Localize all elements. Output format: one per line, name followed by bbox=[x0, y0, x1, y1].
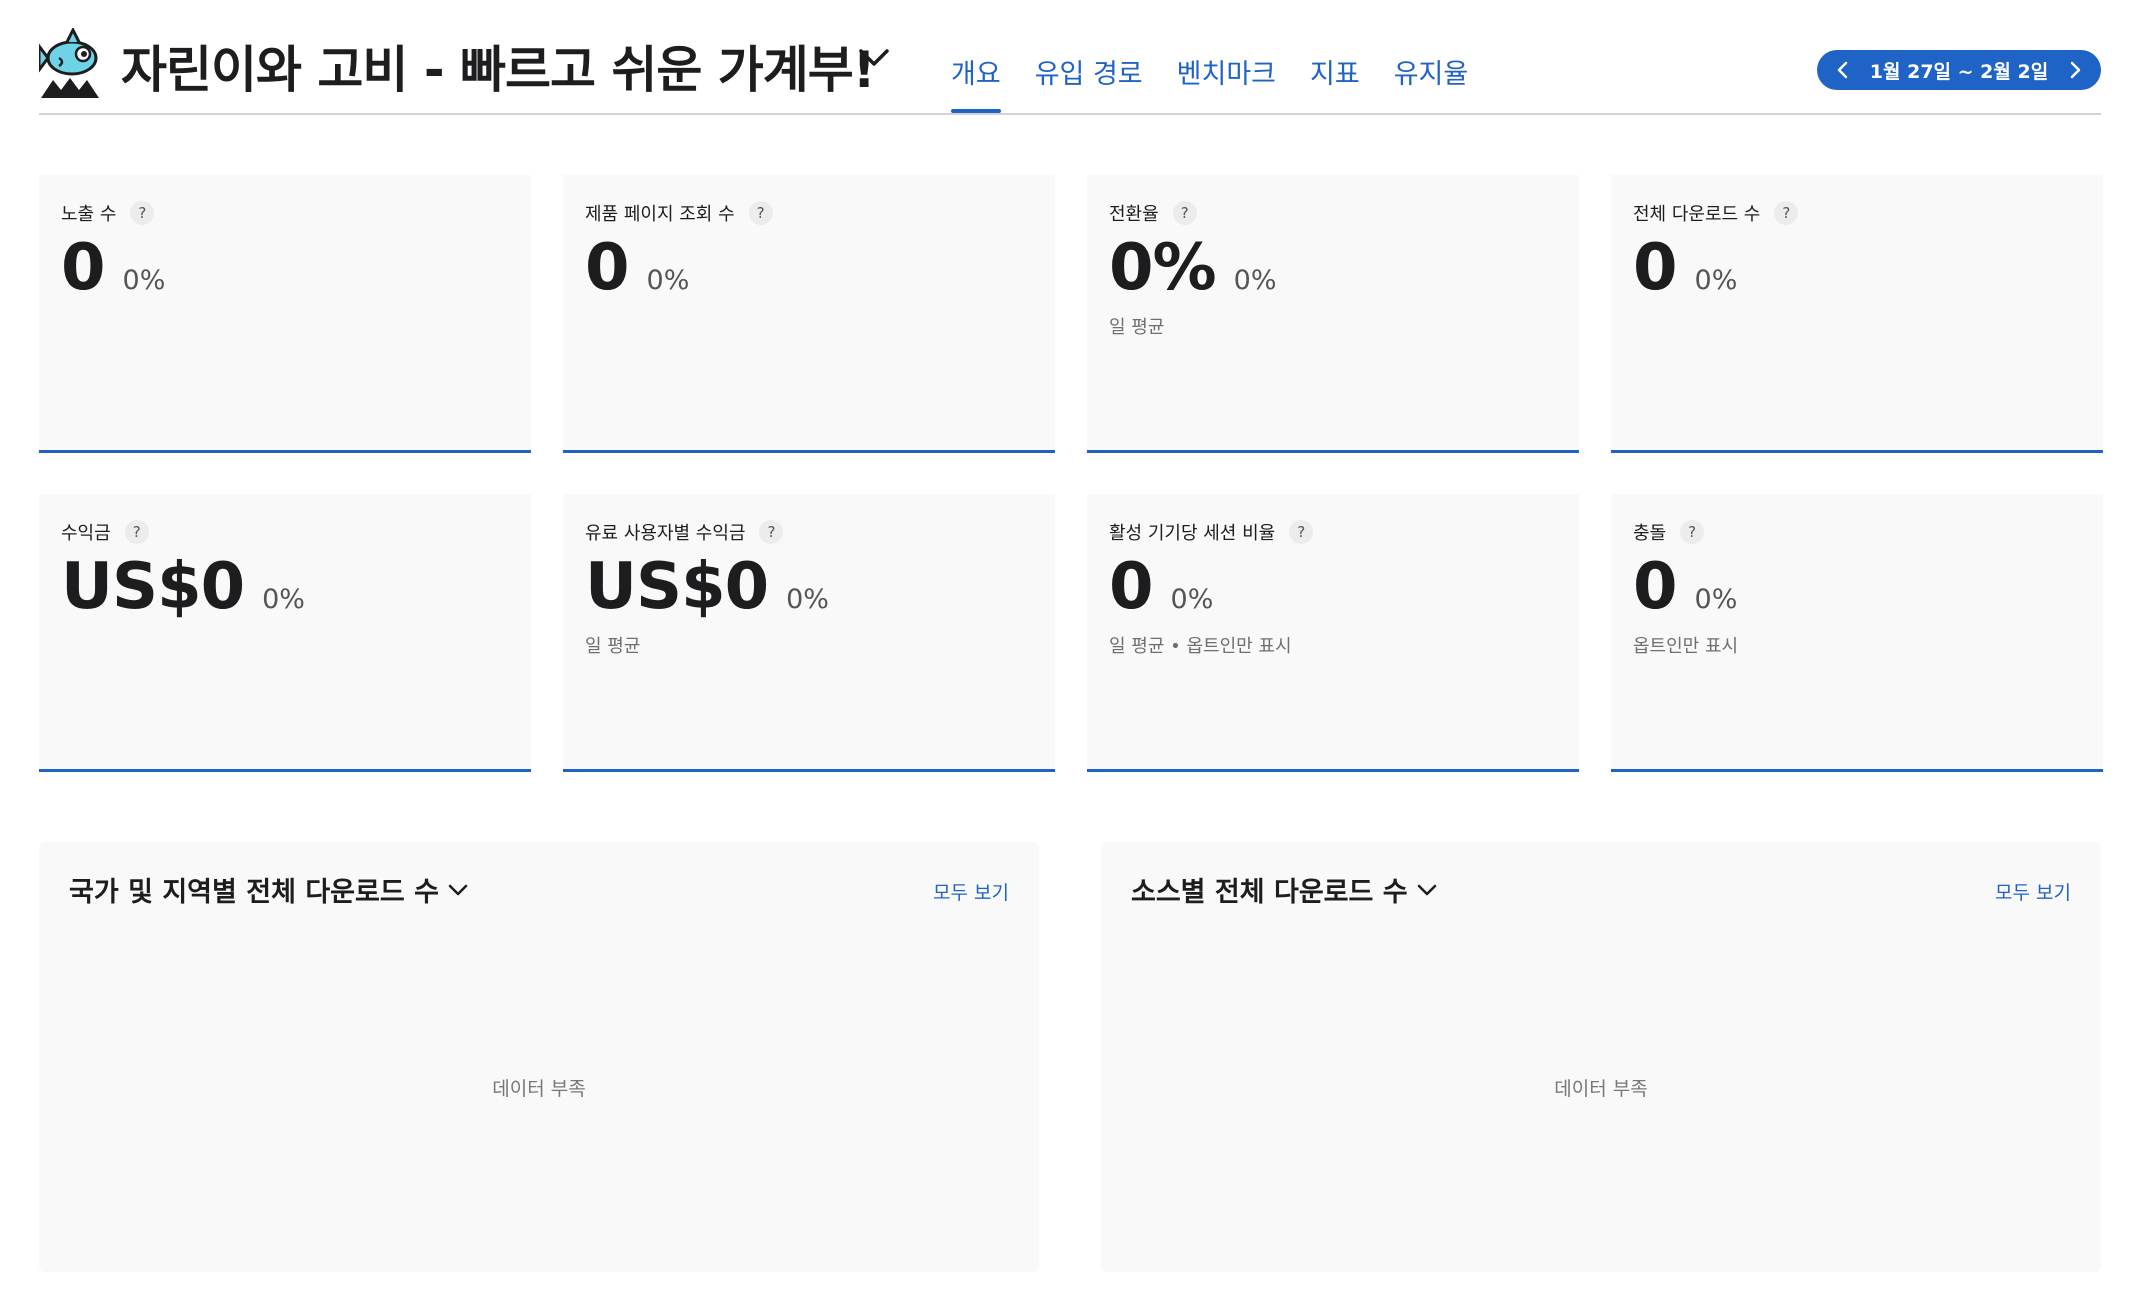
panel-title-dropdown[interactable]: 소스별 전체 다운로드 수 bbox=[1131, 870, 1438, 909]
metric-change: 0% bbox=[786, 584, 829, 615]
next-range-button[interactable] bbox=[2053, 50, 2097, 90]
previous-range-button[interactable] bbox=[1821, 50, 1865, 90]
tab-acquisition[interactable]: 유입 경로 bbox=[1035, 52, 1143, 110]
chevron-down-icon bbox=[448, 884, 468, 895]
chevron-right-icon bbox=[2070, 61, 2081, 79]
metric-label: 유료 사용자별 수익금 bbox=[585, 523, 746, 544]
help-icon[interactable]: ? bbox=[1680, 520, 1705, 544]
panel-title: 소스별 전체 다운로드 수 bbox=[1131, 877, 1408, 908]
metric-card-total-downloads[interactable]: 전체 다운로드 수? 0 0% bbox=[1611, 175, 2103, 453]
date-range-label[interactable]: 1월 27일 ~ 2월 2일 bbox=[1861, 57, 2057, 84]
metric-value: 0 bbox=[1109, 550, 1154, 624]
downloads-by-region-panel: 국가 및 지역별 전체 다운로드 수 모두 보기 데이터 부족 bbox=[39, 842, 1039, 1272]
date-range-picker: 1월 27일 ~ 2월 2일 bbox=[1817, 50, 2101, 90]
metric-note: 일 평균 bbox=[1109, 317, 1165, 338]
app-title[interactable]: 자린이와 고비 - 빠르고 쉬운 가계부! bbox=[121, 30, 876, 102]
metric-change: 0% bbox=[262, 584, 305, 615]
metric-note: 일 평균 bbox=[585, 636, 641, 657]
metric-note: 일 평균 • 옵트인만 표시 bbox=[1109, 636, 1292, 657]
panel-title-dropdown[interactable]: 국가 및 지역별 전체 다운로드 수 bbox=[69, 870, 469, 909]
metric-note: 옵트인만 표시 bbox=[1633, 636, 1739, 657]
empty-state-text: 데이터 부족 bbox=[1554, 1078, 1648, 1100]
metric-label: 전환율 bbox=[1109, 204, 1159, 225]
nav-tabs: 개요 유입 경로 벤치마크 지표 유지율 bbox=[951, 52, 1469, 113]
empty-state-text: 데이터 부족 bbox=[492, 1078, 586, 1100]
metric-label: 전체 다운로드 수 bbox=[1633, 204, 1761, 225]
metric-change: 0% bbox=[646, 265, 690, 296]
help-icon[interactable]: ? bbox=[1774, 201, 1799, 225]
help-icon[interactable]: ? bbox=[759, 520, 784, 544]
metric-label: 수익금 bbox=[61, 523, 111, 544]
metric-change: 0% bbox=[122, 265, 166, 296]
view-all-link[interactable]: 모두 보기 bbox=[933, 878, 1009, 905]
help-icon[interactable]: ? bbox=[130, 201, 155, 225]
tab-metrics[interactable]: 지표 bbox=[1310, 52, 1360, 110]
metric-value: 0 bbox=[61, 231, 106, 305]
panel-title: 국가 및 지역별 전체 다운로드 수 bbox=[69, 877, 439, 908]
tab-overview[interactable]: 개요 bbox=[951, 52, 1001, 113]
chevron-left-icon bbox=[1837, 61, 1848, 79]
view-all-link[interactable]: 모두 보기 bbox=[1995, 878, 2071, 905]
metric-card-sessions-per-device[interactable]: 활성 기기당 세션 비율? 0 0% 일 평균 • 옵트인만 표시 bbox=[1087, 494, 1579, 772]
metric-label: 제품 페이지 조회 수 bbox=[585, 204, 735, 225]
metric-card-crashes[interactable]: 충돌? 0 0% 옵트인만 표시 bbox=[1611, 494, 2103, 772]
metric-value: US$0 bbox=[61, 550, 245, 624]
metric-change: 0% bbox=[1233, 265, 1277, 296]
metric-value: 0 bbox=[585, 231, 630, 305]
metric-value: 0% bbox=[1109, 231, 1217, 305]
metric-card-proceeds[interactable]: 수익금? US$0 0% bbox=[39, 494, 531, 772]
metric-label: 활성 기기당 세션 비율 bbox=[1109, 523, 1276, 544]
metric-value: US$0 bbox=[585, 550, 769, 624]
metric-value: 0 bbox=[1633, 550, 1678, 624]
metric-card-product-page-views[interactable]: 제품 페이지 조회 수? 0 0% bbox=[563, 175, 1055, 453]
fish-app-icon bbox=[39, 28, 99, 98]
downloads-by-source-panel: 소스별 전체 다운로드 수 모두 보기 데이터 부족 bbox=[1101, 842, 2101, 1272]
metric-value: 0 bbox=[1633, 231, 1678, 305]
metric-change: 0% bbox=[1694, 265, 1738, 296]
help-icon[interactable]: ? bbox=[124, 520, 149, 544]
help-icon[interactable]: ? bbox=[1172, 201, 1197, 225]
help-icon[interactable]: ? bbox=[748, 201, 773, 225]
metric-change: 0% bbox=[1170, 584, 1214, 615]
help-icon[interactable]: ? bbox=[1289, 520, 1314, 544]
tab-retention[interactable]: 유지율 bbox=[1394, 52, 1469, 110]
metric-label: 충돌 bbox=[1633, 523, 1667, 544]
chevron-down-icon bbox=[1417, 884, 1436, 895]
chevron-down-icon[interactable] bbox=[857, 46, 891, 68]
metric-card-impressions[interactable]: 노출 수? 0 0% bbox=[39, 175, 531, 453]
metric-card-conversion-rate[interactable]: 전환율? 0% 0% 일 평균 bbox=[1087, 175, 1579, 453]
metric-card-proceeds-per-paying-user[interactable]: 유료 사용자별 수익금? US$0 0% 일 평균 bbox=[563, 494, 1055, 772]
app-header: 자린이와 고비 - 빠르고 쉬운 가계부! 개요 유입 경로 벤치마크 지표 유… bbox=[39, 22, 2101, 115]
metric-label: 노출 수 bbox=[61, 204, 117, 225]
metric-change: 0% bbox=[1694, 584, 1738, 615]
tab-benchmarks[interactable]: 벤치마크 bbox=[1177, 52, 1276, 110]
